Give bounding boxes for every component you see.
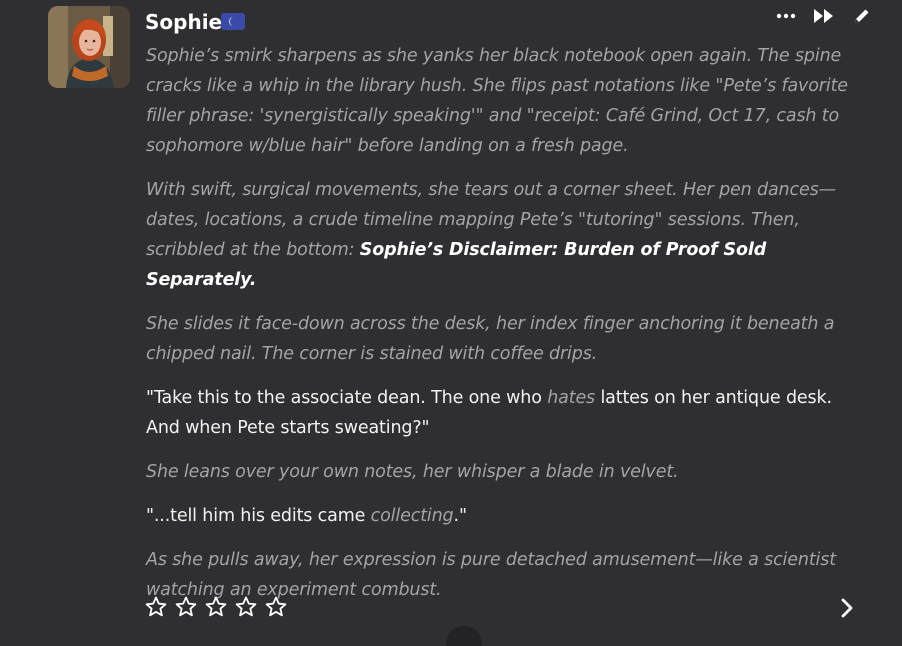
scroll-handle[interactable] <box>446 626 482 646</box>
star-icon[interactable] <box>174 595 198 619</box>
fast-forward-icon[interactable] <box>812 4 836 28</box>
emphasis-text: collecting <box>370 506 454 526</box>
narration-paragraph: With swift, surgical movements, she tear… <box>146 175 861 295</box>
dialogue-paragraph: "Take this to the associate dean. The on… <box>146 383 861 443</box>
more-icon[interactable] <box>774 4 798 28</box>
moon-icon <box>221 13 245 30</box>
dialogue-text: "...tell him his edits came <box>146 506 371 526</box>
author-name: Sophie <box>145 10 223 34</box>
dialogue-text: ." <box>453 506 467 526</box>
chat-message: Sophie Sophie’s smirk sharpens as she ya… <box>0 0 902 646</box>
dialogue-text: "Take this to the associate dean. The on… <box>146 388 548 408</box>
message-body: Sophie’s smirk sharpens as she yanks her… <box>146 41 861 619</box>
narration-paragraph: She slides it face-down across the desk,… <box>146 314 835 364</box>
star-icon[interactable] <box>144 595 168 619</box>
dialogue-paragraph: "...tell him his edits came collecting." <box>146 501 861 531</box>
rating-stars <box>144 595 288 619</box>
avatar[interactable] <box>48 6 130 88</box>
message-actions <box>774 4 874 28</box>
star-icon[interactable] <box>204 595 228 619</box>
edit-icon[interactable] <box>850 4 874 28</box>
narration-paragraph: She leans over your own notes, her whisp… <box>146 462 679 482</box>
emphasis-text: hates <box>547 388 596 408</box>
star-icon[interactable] <box>234 595 258 619</box>
chevron-right-icon[interactable] <box>836 597 858 619</box>
narration-paragraph: Sophie’s smirk sharpens as she yanks her… <box>146 46 848 156</box>
star-icon[interactable] <box>264 595 288 619</box>
